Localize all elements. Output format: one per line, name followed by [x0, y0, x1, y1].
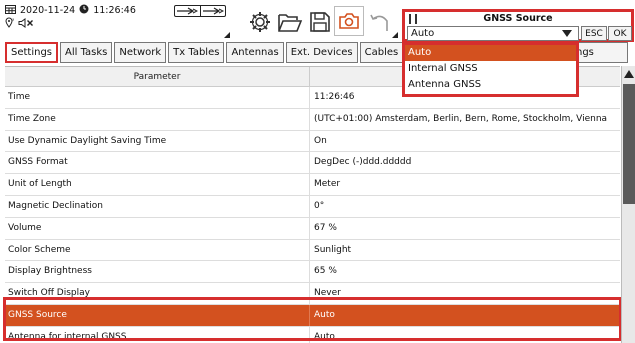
- param-name: Volume: [5, 217, 310, 239]
- status-date: 2020-11-24: [20, 4, 76, 16]
- tab-bar: Settings All Tasks Network Tx Tables Ant…: [5, 42, 404, 64]
- scroll-thumb[interactable]: [623, 84, 635, 204]
- table-row-selected[interactable]: GNSS Source Auto: [5, 304, 620, 327]
- gps-icon: ∂: [5, 17, 15, 31]
- tab-tx-tables[interactable]: Tx Tables: [168, 42, 225, 63]
- esc-button[interactable]: ESC: [581, 26, 607, 41]
- param-value[interactable]: 65 %: [310, 261, 620, 282]
- param-name: Time: [5, 87, 310, 108]
- battery-icon: [174, 5, 226, 17]
- tab-antennas[interactable]: Antennas: [226, 42, 284, 63]
- svg-text:∂: ∂: [12, 17, 14, 22]
- table-row[interactable]: Magnetic Declination 0°: [5, 195, 620, 218]
- resize-corner-icon: [392, 32, 398, 38]
- param-name: Antenna for internal GNSS: [5, 326, 310, 343]
- settings-table: Parameter Time 11:26:46 Time Zone (UTC+0…: [5, 66, 620, 343]
- param-value[interactable]: Auto: [310, 327, 620, 343]
- clock-icon: [79, 4, 89, 17]
- table-row[interactable]: Antenna for internal GNSS Auto: [5, 326, 620, 343]
- param-value[interactable]: 67 %: [310, 218, 620, 239]
- table-row[interactable]: Use Dynamic Daylight Saving Time On: [5, 130, 620, 153]
- param-name: GNSS Format: [5, 152, 310, 174]
- speaker-muted-icon: [18, 17, 34, 31]
- open-folder-icon[interactable]: [276, 8, 304, 36]
- table-row[interactable]: Volume 67 %: [5, 217, 620, 240]
- param-name: Use Dynamic Daylight Saving Time: [5, 130, 310, 152]
- tab-settings[interactable]: Settings: [5, 42, 59, 63]
- param-value[interactable]: Meter: [310, 174, 620, 195]
- ok-button[interactable]: OK: [608, 26, 632, 41]
- param-name: GNSS Source: [5, 304, 310, 326]
- param-name: Magnetic Declination: [5, 195, 310, 217]
- param-value[interactable]: (UTC+01:00) Amsterdam, Berlin, Bern, Rom…: [310, 109, 620, 130]
- tab-all-tasks[interactable]: All Tasks: [60, 42, 113, 63]
- table-row[interactable]: Display Brightness 65 %: [5, 261, 620, 284]
- dialog-title: GNSS Source: [483, 13, 553, 24]
- tab-partial-right[interactable]: ngs: [572, 42, 628, 63]
- param-name: Color Scheme: [5, 239, 310, 261]
- status-time: 11:26:46: [93, 4, 136, 16]
- param-name: Display Brightness: [5, 261, 310, 283]
- option-antenna-gnss[interactable]: Antenna GNSS: [405, 77, 576, 93]
- tab-network[interactable]: Network: [114, 42, 167, 63]
- table-row[interactable]: GNSS Format DegDec (-)ddd.ddddd: [5, 152, 620, 175]
- param-name: Switch Off Display: [5, 283, 310, 304]
- option-auto[interactable]: Auto: [405, 45, 576, 61]
- param-value[interactable]: DegDec (-)ddd.ddddd: [310, 152, 620, 173]
- table-row[interactable]: Switch Off Display Never: [5, 283, 620, 305]
- vertical-scrollbar[interactable]: [621, 66, 635, 343]
- chevron-down-icon[interactable]: [562, 30, 572, 37]
- option-internal-gnss[interactable]: Internal GNSS: [405, 61, 576, 77]
- gnss-source-options: Auto Internal GNSS Antenna GNSS: [402, 42, 579, 97]
- param-value[interactable]: On: [310, 131, 620, 152]
- status-icons-row: ∂: [5, 17, 34, 31]
- param-name: Unit of Length: [5, 174, 310, 195]
- select-value: Auto: [411, 28, 435, 39]
- undo-icon[interactable]: [366, 8, 394, 36]
- camera-icon[interactable]: [334, 6, 364, 36]
- param-value[interactable]: Never: [310, 283, 620, 304]
- tab-cables[interactable]: Cables: [359, 42, 404, 63]
- gnss-source-dialog: GNSS Source Auto ESC OK: [402, 9, 634, 42]
- calendar-icon: [5, 4, 16, 17]
- settings-gear-icon[interactable]: [246, 8, 274, 36]
- gnss-source-select[interactable]: Auto: [407, 26, 579, 41]
- param-value[interactable]: Auto: [310, 305, 620, 326]
- param-name: Time Zone: [5, 108, 310, 130]
- resize-corner-icon: [224, 32, 230, 38]
- table-row[interactable]: Time Zone (UTC+01:00) Amsterdam, Berlin,…: [5, 108, 620, 131]
- parameter-column-header[interactable]: Parameter: [5, 67, 310, 86]
- tab-ext-devices[interactable]: Ext. Devices: [285, 42, 358, 63]
- table-row[interactable]: Color Scheme Sunlight: [5, 239, 620, 262]
- date-time-row: 2020-11-24 11:26:46: [5, 3, 136, 17]
- param-value[interactable]: Sunlight: [310, 240, 620, 261]
- save-icon[interactable]: [306, 8, 334, 36]
- param-value[interactable]: 0°: [310, 196, 620, 217]
- scroll-up-arrow-icon[interactable]: [622, 66, 635, 82]
- table-row[interactable]: Unit of Length Meter: [5, 174, 620, 196]
